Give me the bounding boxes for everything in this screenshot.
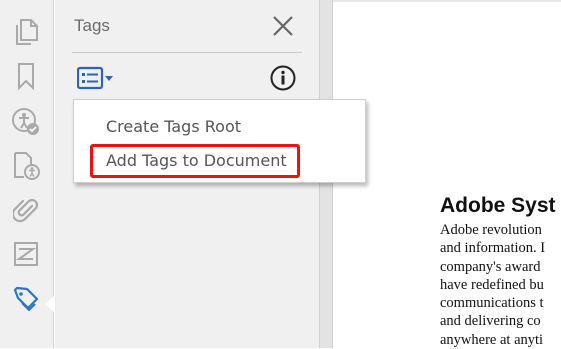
document-line: anywhere at anyti: [440, 331, 544, 348]
pages-icon[interactable]: [8, 14, 44, 50]
reading-order-icon[interactable]: [8, 148, 44, 184]
document-line: and delivering co: [440, 313, 541, 330]
document-body: Adobe revolution and information. I comp…: [440, 221, 561, 349]
close-icon[interactable]: [271, 14, 295, 38]
active-panel-pointer: [45, 296, 54, 312]
navigation-rail: [0, 0, 54, 348]
document-line: Adobe revolution: [440, 222, 542, 238]
document-heading: Adobe Syst: [440, 194, 556, 217]
document-line: and information. I: [440, 240, 546, 257]
options-menu-button[interactable]: [77, 66, 117, 90]
options-list-icon: [77, 66, 113, 90]
bookmark-icon[interactable]: [8, 58, 44, 94]
document-line: communications t: [440, 295, 544, 312]
attachment-icon[interactable]: [8, 192, 44, 228]
menu-item-create-tags-root[interactable]: Create Tags Root: [106, 117, 241, 136]
highlight-annotation-box: [90, 144, 300, 178]
tags-icon[interactable]: [8, 282, 44, 318]
document-top-border: [333, 0, 561, 2]
panel-title: Tags: [74, 16, 110, 35]
accessibility-check-icon[interactable]: [8, 104, 44, 140]
panel-divider: [72, 52, 302, 53]
document-line: have redefined bu: [440, 276, 544, 293]
info-icon[interactable]: [270, 65, 296, 91]
content-icon[interactable]: [8, 236, 44, 272]
document-line: company's award: [440, 258, 541, 275]
